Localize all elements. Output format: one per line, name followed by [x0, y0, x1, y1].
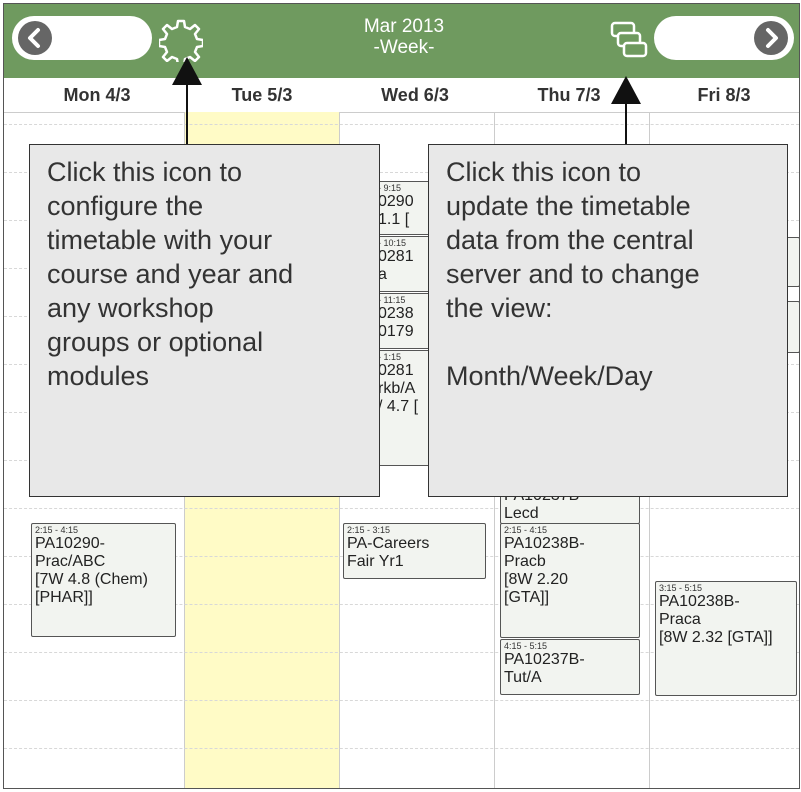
- chevron-right-icon: [754, 21, 788, 55]
- day-header-tue[interactable]: Tue 5/3: [187, 78, 337, 112]
- period-title: Mar 2013 -Week-: [304, 16, 504, 58]
- event-block[interactable]: 2:15 - 3:15 PA-Careers Fair Yr1: [343, 523, 486, 579]
- day-header-mon[interactable]: Mon 4/3: [22, 78, 172, 112]
- header-bar: Mar 2013 -Week-: [4, 4, 799, 78]
- event-title: PA10238B- Praca [8W 2.32 [GTA]]: [659, 593, 773, 646]
- event-block[interactable]: 4:15 - 5:15 PA10237B- Tut/A: [500, 639, 640, 695]
- previous-week-button[interactable]: [12, 16, 152, 60]
- day-header-wed[interactable]: Wed 6/3: [340, 78, 490, 112]
- settings-help-callout: Click this icon to configure the timetab…: [29, 144, 380, 497]
- hour-line: [4, 124, 799, 125]
- event-time: 2:15 - 4:15: [504, 525, 548, 535]
- chevron-left-icon: [18, 21, 52, 55]
- gear-icon[interactable]: [159, 18, 203, 62]
- sync-help-callout: Click this icon to update the timetable …: [428, 144, 788, 497]
- next-week-button[interactable]: [654, 16, 794, 60]
- callout-arrowhead: [611, 76, 641, 104]
- event-title: PA10238B- Pracb [8W 2.20 [GTA]]: [504, 535, 585, 606]
- event-time: 4:15 - 5:15: [504, 641, 548, 651]
- hour-line: [4, 748, 799, 749]
- event-title: PA10237B- Tut/A: [504, 651, 585, 686]
- timetable-app: Mar 2013 -Week- Mon 4/3 Tue 5/3 Wed 6/3 …: [3, 3, 800, 789]
- event-time: 3:15 - 5:15: [659, 583, 703, 593]
- callout-pointer-line: [186, 84, 188, 146]
- stacked-windows-icon[interactable]: [609, 20, 649, 62]
- callout-arrowhead: [172, 57, 202, 85]
- event-block[interactable]: 2:15 - 4:15 PA10238B- Pracb [8W 2.20 [GT…: [500, 523, 640, 638]
- view-label: -Week-: [373, 37, 435, 58]
- event-time: 2:15 - 3:15: [347, 525, 391, 535]
- day-header-row: Mon 4/3 Tue 5/3 Wed 6/3 Thu 7/3 Fri 8/3: [4, 78, 799, 113]
- event-title: PA-Careers Fair Yr1: [347, 535, 430, 570]
- event-title: PA10290- Prac/ABC [7W 4.8 (Chem) [PHAR]]: [35, 535, 148, 606]
- event-block[interactable]: 2:15 - 4:15 PA10290- Prac/ABC [7W 4.8 (C…: [31, 523, 176, 637]
- event-time: 2:15 - 4:15: [35, 525, 79, 535]
- hour-line: [4, 508, 799, 509]
- month-label: Mar 2013: [363, 16, 445, 37]
- event-block[interactable]: 3:15 - 5:15 PA10238B- Praca [8W 2.32 [GT…: [655, 581, 797, 696]
- day-header-fri[interactable]: Fri 8/3: [649, 78, 799, 112]
- hour-line: [4, 700, 799, 701]
